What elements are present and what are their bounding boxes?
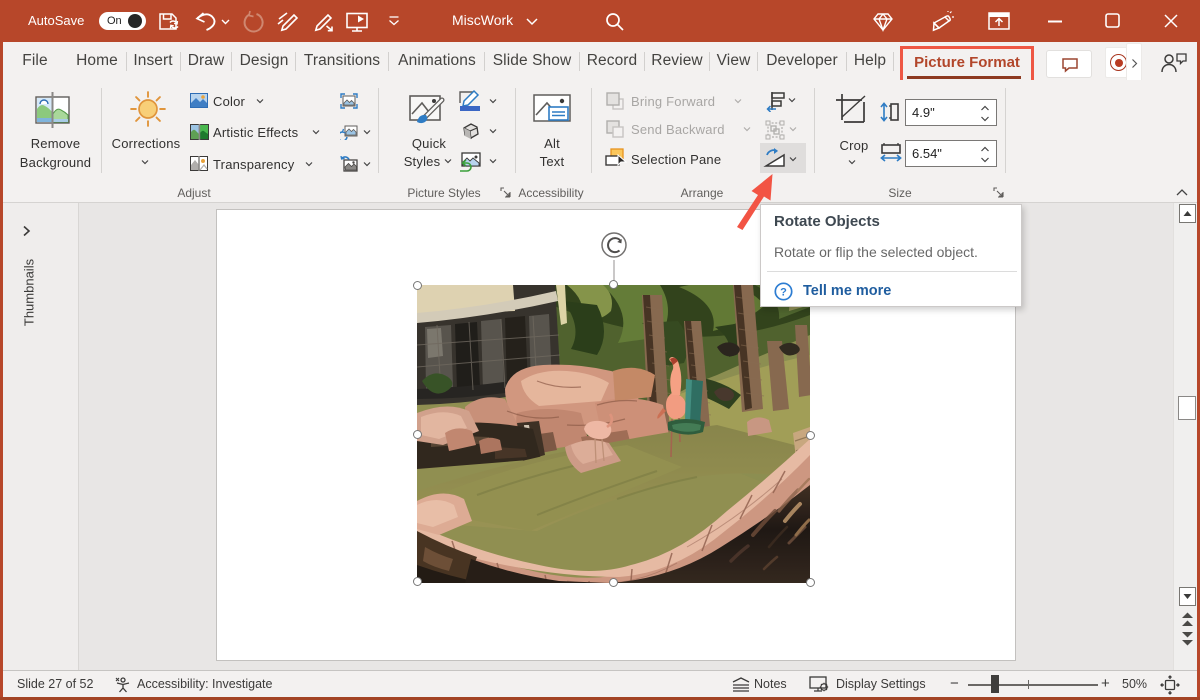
svg-text:?: ? (780, 287, 787, 299)
